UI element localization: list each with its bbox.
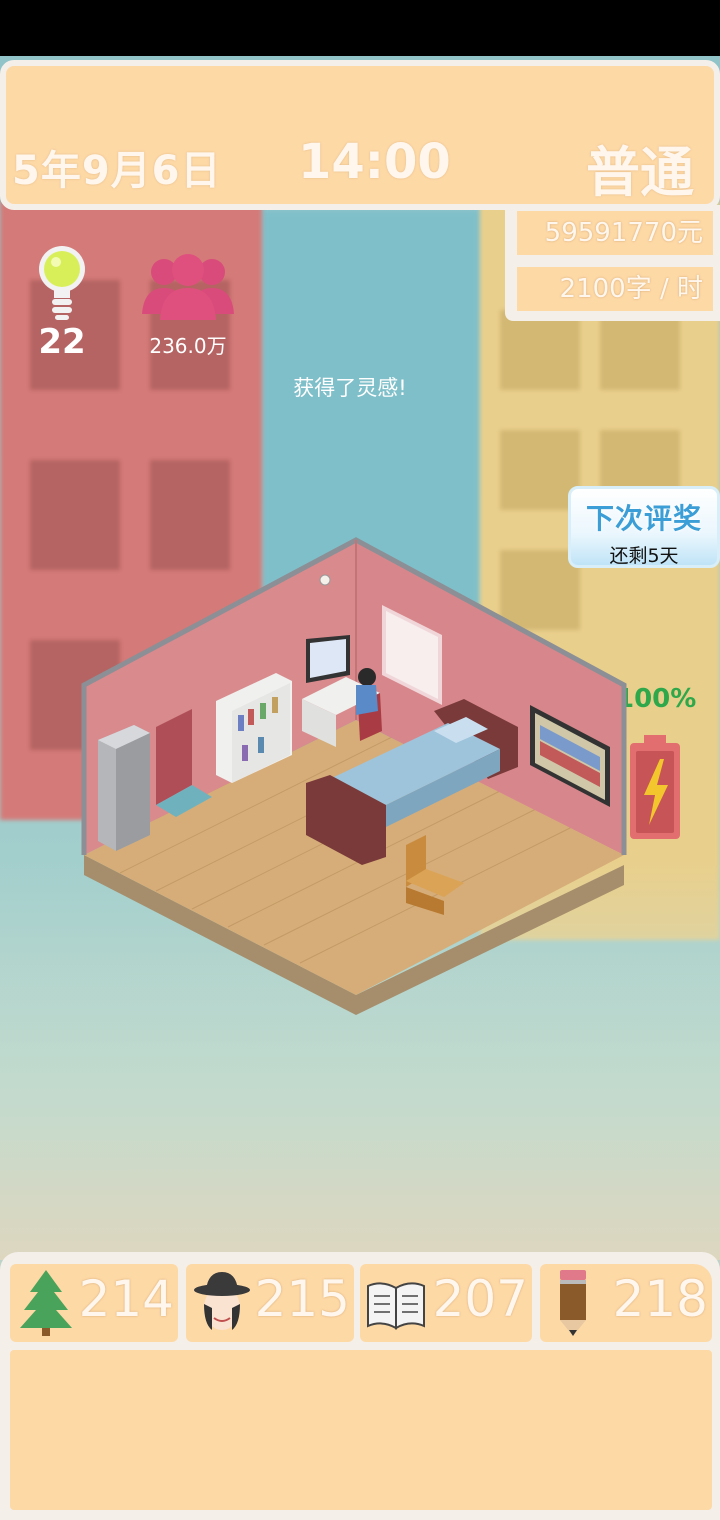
attribute-writing-value: 218 [612,1270,708,1328]
attribute-literature[interactable]: 207 [360,1264,532,1342]
message-panel [10,1350,712,1510]
event-message: 获得了灵感! [293,376,407,400]
inspiration-count: 22 [38,322,86,362]
open-book-icon [367,1282,425,1330]
attribute-mystery[interactable]: 215 [186,1264,354,1342]
lightbulb-icon[interactable] [36,244,88,324]
game-time: 14:00 [298,134,451,190]
isometric-room[interactable] [80,535,640,1025]
pencil-icon [560,1270,586,1336]
award-title: 下次评奖 [585,502,702,535]
writing-rate-display: 2100字 / 时 [517,267,713,311]
attribute-mystery-value: 215 [254,1270,350,1328]
system-status-bar [0,0,720,56]
stats-panel: 59591770元 2100字 / 时 [505,205,720,321]
tree-icon [20,1270,72,1336]
fans-group-icon[interactable] [140,250,236,322]
top-info-bar: 5年9月6日 14:00 普通 [0,60,720,210]
attribute-writing[interactable]: 218 [540,1264,712,1342]
attribute-literature-value: 207 [432,1270,528,1328]
attribute-nature-value: 214 [78,1270,174,1328]
fans-count: 236.0万 [149,334,227,358]
bottom-panel: 214 215 207 218 [0,1252,720,1520]
speed-mode-button[interactable]: 普通 [586,128,694,207]
game-date: 5年9月6日 [12,148,222,194]
detective-hat-icon [194,1272,250,1330]
money-display: 59591770元 [517,211,713,255]
attribute-nature[interactable]: 214 [10,1264,178,1342]
